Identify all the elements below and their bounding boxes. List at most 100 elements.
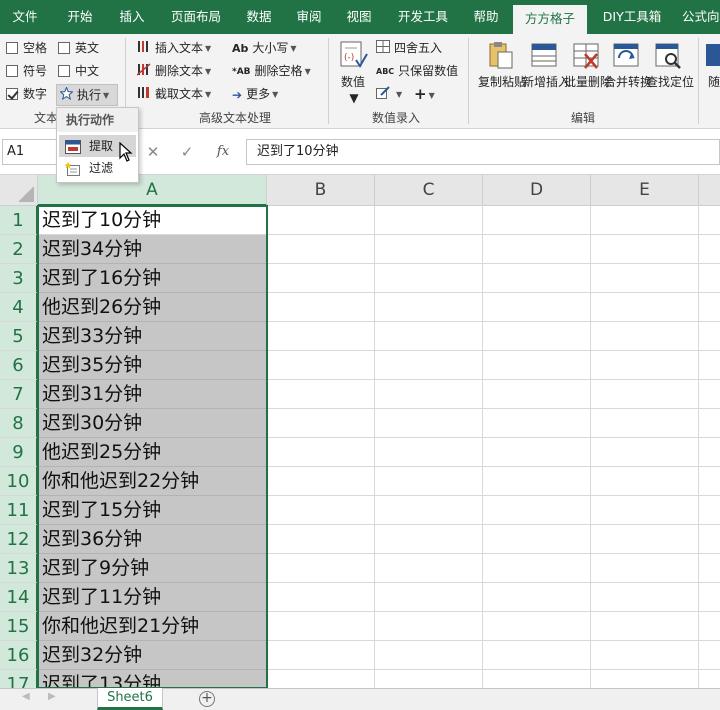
cell[interactable]: 他迟到25分钟: [38, 438, 267, 467]
round-button[interactable]: 四舍五入: [376, 38, 442, 58]
delete-text-button[interactable]: 删除文本 ▼: [136, 61, 211, 81]
keep-value-label: 只保留数值: [398, 64, 459, 78]
checkbox-box[interactable]: [58, 65, 70, 77]
tab-fangfang[interactable]: 方方格子: [513, 5, 587, 34]
tab-diy-toolbox[interactable]: DIY工具箱: [592, 0, 672, 34]
search-icon: [652, 40, 684, 70]
cell[interactable]: 迟到了11分钟: [38, 583, 267, 612]
checkbox-label: 空格: [23, 41, 48, 55]
row-header[interactable]: 4: [0, 293, 38, 322]
row-header[interactable]: 11: [0, 496, 38, 525]
case-label: 大小写: [252, 41, 289, 55]
checkbox-box-checked[interactable]: [6, 88, 18, 100]
row-header[interactable]: 16: [0, 641, 38, 670]
cut-text-icon: [137, 85, 151, 105]
execute-button[interactable]: 执行 ▼: [56, 84, 118, 106]
tab-data[interactable]: 数据: [234, 0, 284, 34]
cut-text-button[interactable]: 截取文本 ▼: [137, 84, 211, 104]
row-header[interactable]: 5: [0, 322, 38, 351]
checkbox-number[interactable]: 数字: [6, 84, 47, 104]
checkbox-symbol[interactable]: 符号: [6, 61, 47, 81]
cell[interactable]: 迟到30分钟: [38, 409, 267, 438]
cancel-icon[interactable]: ✕: [140, 139, 166, 165]
checkbox-box[interactable]: [58, 42, 70, 54]
edit-value-button[interactable]: ▼: [376, 84, 402, 104]
cell[interactable]: 你和他迟到22分钟: [38, 467, 267, 496]
add-insert-text: 新增插入: [522, 75, 571, 89]
row-header[interactable]: 7: [0, 380, 38, 409]
worksheet-grid[interactable]: [267, 206, 720, 688]
ribbon-tab-bar: 文件 开始 插入 页面布局 数据 审阅 视图 开发工具 帮助 方方格子 DIY工…: [0, 0, 720, 34]
add-insert-button[interactable]: 新增插入: [522, 40, 570, 90]
case-button[interactable]: Ab 大小写 ▼: [232, 38, 297, 58]
row-header[interactable]: 14: [0, 583, 38, 612]
row-header[interactable]: 12: [0, 525, 38, 554]
cell[interactable]: 迟到31分钟: [38, 380, 267, 409]
cell[interactable]: 迟到34分钟: [38, 235, 267, 264]
tab-view[interactable]: 视图: [334, 0, 384, 34]
numeric-button[interactable]: (-) 数值 ▼: [336, 40, 370, 106]
keep-value-icon: ABC: [376, 66, 395, 76]
checkbox-label: 英文: [75, 41, 100, 55]
tab-file[interactable]: 文件: [0, 0, 50, 34]
column-header-b[interactable]: B: [267, 175, 375, 206]
random-button[interactable]: 随: [704, 40, 720, 90]
remove-spaces-button[interactable]: *AB 删除空格 ▼: [232, 61, 311, 81]
checkbox-space[interactable]: 空格: [6, 38, 47, 58]
keep-value-button[interactable]: ABC 只保留数值: [376, 61, 458, 81]
row-header[interactable]: 3: [0, 264, 38, 293]
add-button[interactable]: + ▼: [414, 84, 435, 104]
scroll-right-icon[interactable]: ▶: [48, 691, 56, 702]
row-header[interactable]: 8: [0, 409, 38, 438]
cell[interactable]: 迟到32分钟: [38, 641, 267, 670]
tab-home[interactable]: 开始: [55, 0, 105, 34]
cell[interactable]: 他迟到26分钟: [38, 293, 267, 322]
sheet-tab-active[interactable]: Sheet6: [97, 688, 163, 710]
checkbox-chinese[interactable]: 中文: [58, 61, 99, 81]
active-cell[interactable]: 迟到了10分钟: [38, 206, 267, 235]
merge-convert-button[interactable]: 合并转换: [604, 40, 652, 90]
tab-help[interactable]: 帮助: [461, 0, 511, 34]
cell[interactable]: 迟到33分钟: [38, 322, 267, 351]
confirm-icon[interactable]: ✓: [174, 139, 200, 165]
copy-paste-label: 复制粘贴: [478, 74, 526, 90]
column-header-c[interactable]: C: [375, 175, 483, 206]
tab-insert[interactable]: 插入: [107, 0, 157, 34]
cell[interactable]: 迟到了16分钟: [38, 264, 267, 293]
checkbox-box[interactable]: [6, 65, 18, 77]
cell[interactable]: 迟到36分钟: [38, 525, 267, 554]
column-header-f[interactable]: [699, 175, 720, 206]
select-all-corner[interactable]: [0, 175, 38, 206]
cell[interactable]: 迟到了15分钟: [38, 496, 267, 525]
cell[interactable]: 你和他迟到21分钟: [38, 612, 267, 641]
tab-formula-wizard[interactable]: 公式向导: [676, 0, 720, 34]
row-header[interactable]: 10: [0, 467, 38, 496]
select-all-triangle-icon: [18, 186, 34, 202]
column-header-e[interactable]: E: [591, 175, 699, 206]
batch-delete-button[interactable]: 批量删除: [564, 40, 612, 90]
add-sheet-button[interactable]: +: [199, 691, 215, 707]
cell[interactable]: 迟到了9分钟: [38, 554, 267, 583]
find-locate-button[interactable]: 查找定位: [646, 40, 694, 90]
row-header[interactable]: 6: [0, 351, 38, 380]
insert-function-button[interactable]: fx: [210, 139, 236, 165]
row-header[interactable]: 2: [0, 235, 38, 264]
cell[interactable]: 迟到35分钟: [38, 351, 267, 380]
checkbox-box[interactable]: [6, 42, 18, 54]
scroll-left-icon[interactable]: ◀: [22, 691, 30, 702]
column-header-d[interactable]: D: [483, 175, 591, 206]
star-icon: [59, 85, 74, 106]
tab-page-layout[interactable]: 页面布局: [162, 0, 230, 34]
tab-review[interactable]: 审阅: [284, 0, 334, 34]
formula-input[interactable]: 迟到了10分钟: [246, 139, 720, 165]
checkbox-english[interactable]: 英文: [58, 38, 99, 58]
insert-text-button[interactable]: 插入文本 ▼: [137, 38, 211, 58]
copy-paste-button[interactable]: 复制粘贴: [478, 40, 526, 90]
more-button[interactable]: ➔ 更多 ▼: [232, 84, 278, 104]
row-header[interactable]: 9: [0, 438, 38, 467]
delete-text-label: 删除文本: [155, 64, 204, 78]
row-header[interactable]: 13: [0, 554, 38, 583]
row-header[interactable]: 1: [0, 206, 38, 235]
tab-developer[interactable]: 开发工具: [392, 0, 454, 34]
row-header[interactable]: 15: [0, 612, 38, 641]
